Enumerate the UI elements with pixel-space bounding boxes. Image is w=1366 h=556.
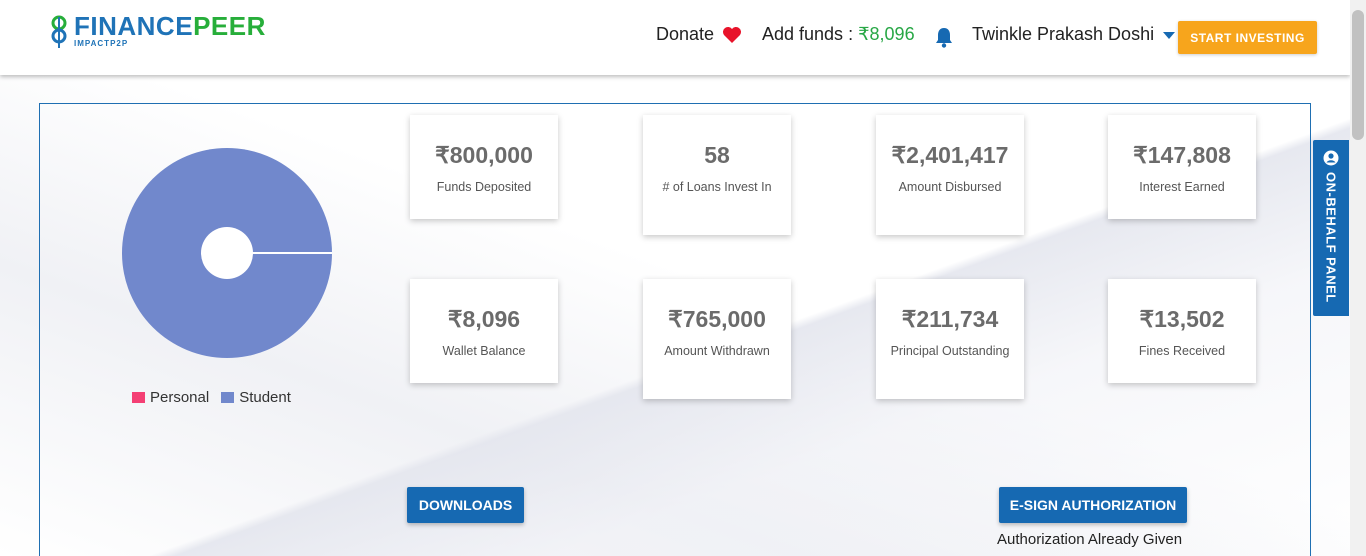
stat-label: Wallet Balance — [442, 344, 526, 358]
logo-word-finance: FINANCE — [74, 11, 194, 41]
on-behalf-panel-tab[interactable]: ON-BEHALF PANEL — [1313, 140, 1349, 316]
stat-card-fines-received: ₹13,502 Fines Received — [1108, 279, 1256, 383]
stat-label: Funds Deposited — [436, 180, 532, 194]
stat-card-amount-withdrawn: ₹765,000 Amount Withdrawn — [643, 279, 791, 399]
pie-center-hole — [201, 227, 253, 279]
heart-icon — [723, 26, 742, 43]
loan-type-pie-chart — [120, 146, 334, 360]
user-menu[interactable]: Twinkle Prakash Doshi — [972, 24, 1176, 45]
legend-label-student: Student — [239, 389, 291, 406]
donate-label: Donate — [656, 24, 715, 44]
stat-value: ₹800,000 — [435, 142, 533, 168]
stat-card-loans-invested: 58 # of Loans Invest In — [643, 115, 791, 235]
top-header: FINANCEPEER IMPACTP2P Donate Add funds :… — [0, 0, 1350, 75]
stat-label: Amount Withdrawn — [664, 344, 770, 358]
scrollbar-thumb[interactable] — [1352, 10, 1364, 140]
stat-label: Principal Outstanding — [890, 344, 1010, 358]
stat-card-amount-disbursed: ₹2,401,417 Amount Disbursed — [876, 115, 1024, 235]
user-circle-icon — [1323, 150, 1339, 166]
legend-item-student[interactable]: Student — [221, 389, 291, 406]
legend-swatch-student — [221, 392, 235, 403]
logo-word-peer: PEER — [193, 11, 266, 41]
bell-icon — [936, 28, 952, 48]
legend-item-personal[interactable]: Personal — [132, 389, 209, 406]
stat-label: Interest Earned — [1139, 180, 1225, 194]
notifications-button[interactable] — [934, 26, 954, 53]
stat-value: ₹13,502 — [1139, 306, 1225, 332]
stat-card-interest-earned: ₹147,808 Interest Earned — [1108, 115, 1256, 219]
downloads-button[interactable]: DOWNLOADS — [407, 487, 524, 523]
financepeer-logo[interactable]: FINANCEPEER IMPACTP2P — [48, 12, 266, 50]
on-behalf-panel-label: ON-BEHALF PANEL — [1323, 172, 1339, 303]
logo-wordmark: FINANCEPEER — [74, 12, 266, 40]
legend-label-personal: Personal — [150, 389, 210, 406]
legend-swatch-personal — [132, 392, 145, 403]
stat-value: ₹2,401,417 — [891, 142, 1009, 168]
esign-authorization-button[interactable]: E-SIGN AUTHORIZATION — [999, 487, 1187, 523]
user-name: Twinkle Prakash Doshi — [972, 24, 1155, 44]
logo-mark-icon — [51, 15, 67, 48]
stat-card-principal-outstanding: ₹211,734 Principal Outstanding — [876, 279, 1024, 399]
chart-legend: Personal Student — [132, 389, 291, 406]
page-scrollbar[interactable] — [1350, 0, 1366, 556]
stat-value: ₹147,808 — [1133, 142, 1231, 168]
stat-value: ₹765,000 — [668, 306, 766, 332]
stat-label: Amount Disbursed — [898, 180, 1002, 194]
pie-svg — [122, 148, 332, 358]
caret-down-icon — [1163, 31, 1176, 39]
stat-value: 58 — [704, 142, 730, 168]
stat-label: # of Loans Invest In — [662, 180, 772, 194]
add-funds-label: Add funds : — [762, 24, 859, 44]
start-investing-button[interactable]: START INVESTING — [1178, 21, 1317, 54]
authorization-status: Authorization Already Given — [997, 531, 1183, 548]
stat-card-wallet-balance: ₹8,096 Wallet Balance — [410, 279, 558, 383]
add-funds-amount: ₹8,096 — [858, 24, 915, 44]
stat-card-funds-deposited: ₹800,000 Funds Deposited — [410, 115, 558, 219]
stat-label: Fines Received — [1138, 344, 1226, 358]
stat-value: ₹211,734 — [901, 306, 999, 332]
donate-link[interactable]: Donate — [656, 24, 742, 45]
add-funds-link[interactable]: Add funds : ₹8,096 — [762, 24, 915, 45]
stat-value: ₹8,096 — [447, 306, 521, 332]
